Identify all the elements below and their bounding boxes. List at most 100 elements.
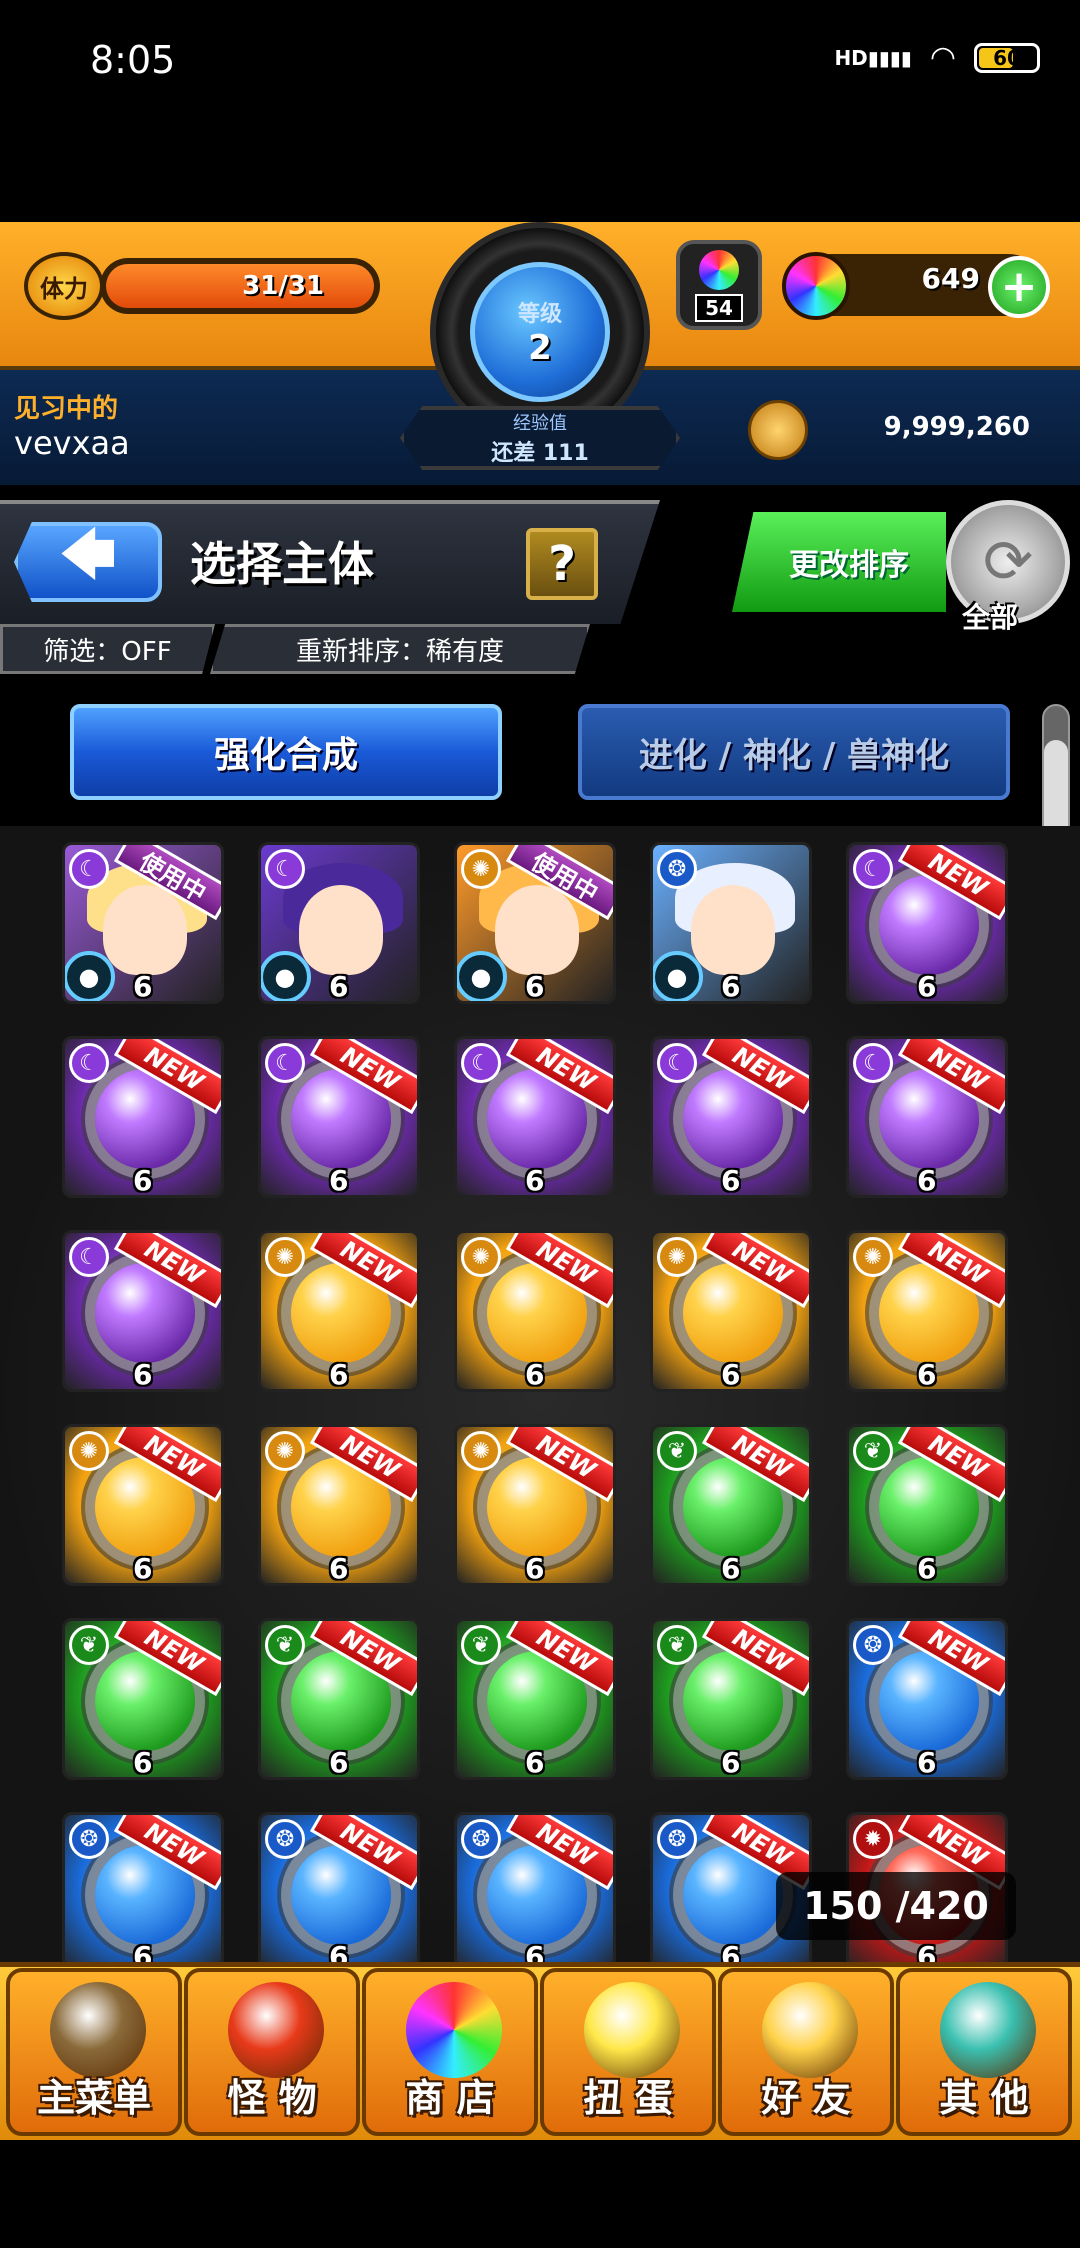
- help-button[interactable]: ?: [526, 528, 598, 600]
- monster-grid: ● ☾ 6 使用中 ● ☾ 6 ● ✺ 6 使用中 ● ❂ 6 ☾ 6 NEW ☾ 6 NEW ☾ 6 NEW ☾ 6 NEW ☾ 6…: [0, 826, 1080, 1966]
- refresh-icon: ⟳: [982, 527, 1034, 597]
- screen-bottom: [0, 2140, 1080, 2248]
- monster-card[interactable]: ☾ 6 NEW: [62, 1230, 224, 1392]
- card-level: 6: [721, 1552, 741, 1585]
- battery-level: 60: [993, 45, 1021, 70]
- monster-card[interactable]: ❦ 6 NEW: [846, 1424, 1008, 1586]
- card-level: 6: [329, 1746, 349, 1779]
- monster-card[interactable]: ❂ 6 NEW: [62, 1812, 224, 1966]
- card-level: 6: [133, 1552, 153, 1585]
- monster-card[interactable]: ✺ 6 NEW: [258, 1424, 420, 1586]
- card-level: 6: [721, 1358, 741, 1391]
- light-element-icon: ✺: [265, 1431, 305, 1471]
- orb-count: 649: [921, 262, 980, 295]
- rainbow-orb-icon: [782, 252, 850, 320]
- nav-label: 主菜单: [36, 2076, 151, 2120]
- tab-evolve[interactable]: 进化 / 神化 / 兽神化: [578, 704, 1010, 800]
- card-level: 6: [133, 1164, 153, 1197]
- level-label: 等级: [517, 302, 562, 327]
- card-level: 6: [525, 1358, 545, 1391]
- monster-card[interactable]: ❦ 6 NEW: [258, 1618, 420, 1780]
- wood-element-icon: ❦: [69, 1625, 109, 1665]
- monster-card[interactable]: ❂ 6 NEW: [258, 1812, 420, 1966]
- monster-card[interactable]: ✺ 6 NEW: [62, 1424, 224, 1586]
- card-level: 6: [917, 1358, 937, 1391]
- monster-card[interactable]: ❦ 6 NEW: [650, 1618, 812, 1780]
- monster-card[interactable]: ❦ 6 NEW: [650, 1424, 812, 1586]
- card-level: 6: [133, 1358, 153, 1391]
- add-orb-button[interactable]: +: [988, 256, 1050, 318]
- monster-card[interactable]: ☾ 6 NEW: [846, 842, 1008, 1004]
- stamina-bar: 31/31: [100, 258, 380, 314]
- nav-item[interactable]: 其 他: [896, 1968, 1072, 2136]
- exp-label: 经验值: [513, 413, 567, 434]
- tab-power-up[interactable]: 强化合成: [70, 704, 502, 800]
- card-level: 6: [721, 970, 741, 1003]
- dark-element-icon: ☾: [657, 1043, 697, 1083]
- monster-card[interactable]: ☾ 6 NEW: [454, 1036, 616, 1198]
- stamina-icon: 体力: [24, 252, 104, 320]
- change-sort-button[interactable]: 更改排序: [732, 512, 946, 612]
- nav-item[interactable]: 怪 物: [184, 1968, 360, 2136]
- back-button[interactable]: 🡄: [14, 522, 162, 602]
- water-element-icon: ❂: [853, 1625, 893, 1665]
- friends-icon: [762, 1982, 858, 2078]
- monster-card[interactable]: ☾ 6 NEW: [846, 1036, 1008, 1198]
- nav-label: 怪 物: [227, 2076, 317, 2120]
- dark-element-icon: ☾: [69, 1237, 109, 1277]
- fire-element-icon: ✹: [853, 1819, 893, 1859]
- card-level: 6: [525, 970, 545, 1003]
- filter-button[interactable]: 筛选：OFF: [0, 624, 215, 674]
- monster-card[interactable]: ❂ 6 NEW: [846, 1618, 1008, 1780]
- card-level: 6: [329, 1358, 349, 1391]
- monster-card[interactable]: ● ☾ 6 使用中: [62, 842, 224, 1004]
- monster-card[interactable]: ● ☾ 6: [258, 842, 420, 1004]
- light-element-icon: ✺: [461, 1431, 501, 1471]
- card-level: 6: [329, 970, 349, 1003]
- nav-item[interactable]: 好 友: [718, 1968, 894, 2136]
- monster-card[interactable]: ✺ 6 NEW: [258, 1230, 420, 1392]
- gold-amount: 9,999,260: [883, 412, 1030, 442]
- status-time: 8:05: [90, 38, 176, 82]
- character-face: [103, 885, 187, 975]
- card-level: 6: [917, 1552, 937, 1585]
- monster-card[interactable]: ✺ 6 NEW: [846, 1230, 1008, 1392]
- orb-box-button[interactable]: 54: [676, 240, 762, 330]
- monster-card[interactable]: ● ❂ 6: [650, 842, 812, 1004]
- card-level: 6: [525, 1746, 545, 1779]
- status-icons: HD▮▮▮▮ ◠ 60: [834, 40, 1040, 75]
- nav-item[interactable]: 扭 蛋: [540, 1968, 716, 2136]
- nav-label: 好 友: [761, 2076, 851, 2120]
- stamina-value: 31/31: [106, 264, 374, 308]
- orb-icon: [406, 1982, 502, 2078]
- water-element-icon: ❂: [657, 1819, 697, 1859]
- monster-card[interactable]: ✺ 6 NEW: [650, 1230, 812, 1392]
- level-badge[interactable]: 等级 2: [470, 262, 610, 402]
- network-icon: HD▮▮▮▮: [834, 45, 912, 70]
- monster-card[interactable]: ☾ 6 NEW: [650, 1036, 812, 1198]
- card-level: 6: [133, 1746, 153, 1779]
- page-title: 选择主体: [190, 537, 374, 591]
- card-level: 6: [525, 1164, 545, 1197]
- monster-card[interactable]: ☾ 6 NEW: [62, 1036, 224, 1198]
- monster-card[interactable]: ❦ 6 NEW: [454, 1618, 616, 1780]
- nav-item[interactable]: 主菜单: [6, 1968, 182, 2136]
- rank-title: 见习中的: [14, 394, 119, 424]
- monster-card[interactable]: ❦ 6 NEW: [62, 1618, 224, 1780]
- dark-element-icon: ☾: [853, 1043, 893, 1083]
- monster-icon: [228, 1982, 324, 2078]
- nav-label: 其 他: [939, 2076, 1029, 2120]
- wood-element-icon: ❦: [461, 1625, 501, 1665]
- dark-element-icon: ☾: [265, 849, 305, 889]
- sort-button[interactable]: 重新排序：稀有度: [210, 624, 590, 674]
- monster-card[interactable]: ❂ 6 NEW: [454, 1812, 616, 1966]
- nav-item[interactable]: 商 店: [362, 1968, 538, 2136]
- monster-card[interactable]: ✺ 6 NEW: [454, 1424, 616, 1586]
- ability-ring-icon: ●: [261, 951, 311, 1001]
- monster-card[interactable]: ● ✺ 6 使用中: [454, 842, 616, 1004]
- exp-box: 经验值 还差 111: [400, 406, 680, 470]
- monster-card[interactable]: ☾ 6 NEW: [258, 1036, 420, 1198]
- card-level: 6: [329, 1552, 349, 1585]
- monster-card[interactable]: ✺ 6 NEW: [454, 1230, 616, 1392]
- water-element-icon: ❂: [265, 1819, 305, 1859]
